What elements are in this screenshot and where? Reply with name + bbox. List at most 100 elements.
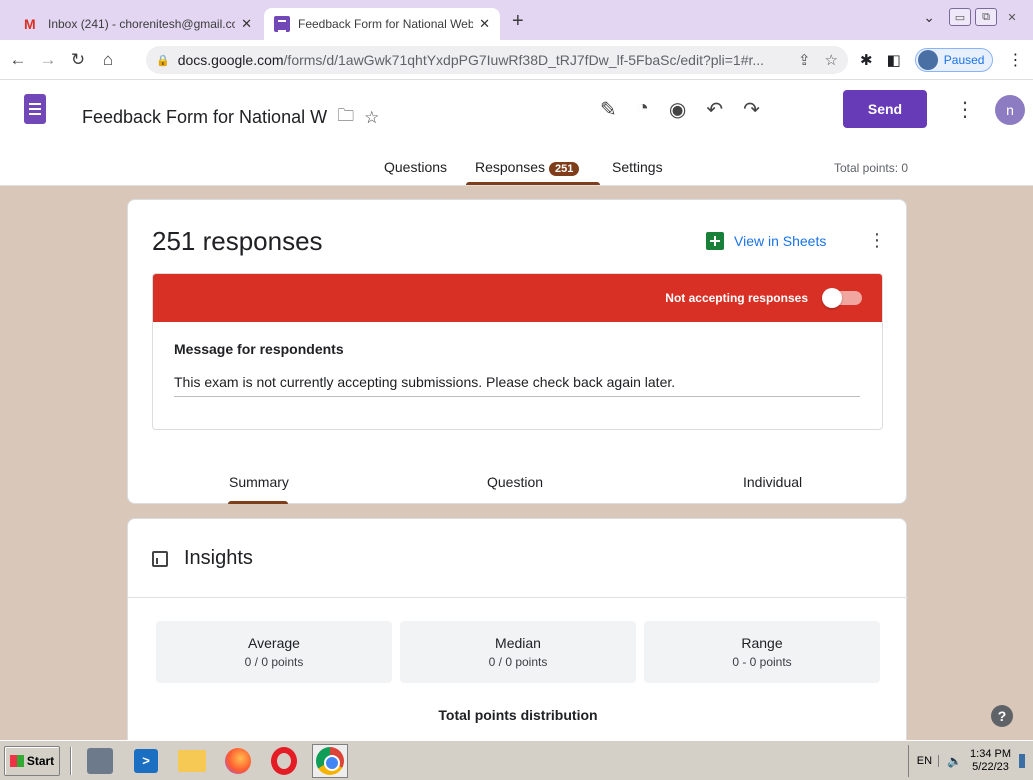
total-points: Total points: 0 xyxy=(834,161,909,175)
language-indicator[interactable]: EN xyxy=(917,755,940,767)
divider xyxy=(128,597,908,598)
clock-time: 1:34 PM xyxy=(970,748,1011,760)
forward-icon[interactable]: → xyxy=(36,50,60,70)
palette-icon[interactable]: ◔ xyxy=(637,97,649,122)
tab-individual[interactable]: Individual xyxy=(743,474,802,490)
undo-icon[interactable]: ↶ xyxy=(706,97,723,122)
taskbar-app-explorer[interactable] xyxy=(174,744,210,778)
extensions-icon[interactable]: ✱ xyxy=(860,51,873,69)
form-title[interactable]: Feedback Form for National W xyxy=(82,107,327,128)
url-domain: docs.google.com xyxy=(177,52,284,68)
send-button[interactable]: Send xyxy=(843,90,927,128)
maximize-icon[interactable]: ⧉ xyxy=(975,8,997,26)
clock-date: 5/22/23 xyxy=(972,761,1009,773)
browser-menu-icon[interactable]: ⋮ xyxy=(1007,50,1023,70)
star-icon[interactable]: ☆ xyxy=(364,108,379,128)
tab-question[interactable]: Question xyxy=(487,474,543,490)
taskbar-app-chrome[interactable] xyxy=(312,743,348,778)
home-icon[interactable]: ⌂ xyxy=(96,50,120,70)
help-icon[interactable]: ? xyxy=(991,705,1013,727)
more-options-icon[interactable]: ⋮ xyxy=(955,97,975,122)
taskbar-app-firefox[interactable] xyxy=(220,744,256,778)
tab-responses-label: Responses xyxy=(475,159,546,175)
google-sheets-icon xyxy=(706,232,724,250)
browser-tab-gmail[interactable]: M Inbox (241) - chorenitesh@gmail.co ✕ xyxy=(14,8,262,40)
insights-header: Insights xyxy=(152,547,253,570)
insights-card: Insights Average 0 / 0 points Median 0 /… xyxy=(127,518,908,740)
accepting-responses-toggle[interactable] xyxy=(822,288,862,308)
tab-summary[interactable]: Summary xyxy=(229,474,289,490)
browser-toolbar: ← → ↻ ⌂ 🔒 docs.google.com/forms/d/1awGwk… xyxy=(0,40,1033,80)
profile-status: Paused xyxy=(943,53,985,67)
google-forms-logo[interactable] xyxy=(24,94,46,124)
tab-questions[interactable]: Questions xyxy=(384,159,447,175)
tab-title: Feedback Form for National Webina xyxy=(298,17,474,31)
opera-icon xyxy=(271,746,297,775)
browser-tab-strip: M Inbox (241) - chorenitesh@gmail.co ✕ F… xyxy=(0,0,1033,40)
back-icon[interactable]: ← xyxy=(6,50,30,70)
view-in-sheets-button[interactable]: View in Sheets xyxy=(706,232,826,250)
new-tab-icon[interactable]: + xyxy=(512,10,524,33)
close-icon[interactable]: ✕ xyxy=(479,16,490,32)
close-icon[interactable]: ✕ xyxy=(241,16,252,32)
message-label: Message for respondents xyxy=(174,341,344,357)
redo-icon[interactable]: ↷ xyxy=(743,97,760,122)
start-button[interactable]: Start xyxy=(4,745,60,776)
folder-explorer-icon xyxy=(178,749,206,772)
tab-settings[interactable]: Settings xyxy=(612,159,663,175)
bar-chart-icon xyxy=(152,550,168,567)
chevron-down-icon[interactable]: ⌄ xyxy=(923,9,935,26)
responses-heading: 251 responses xyxy=(152,226,323,256)
responses-more-icon[interactable]: ⋮ xyxy=(868,230,886,251)
volume-icon[interactable]: 🔈 xyxy=(947,754,962,768)
share-icon[interactable]: ⇪ xyxy=(798,51,811,69)
responses-content: 251 responses View in Sheets ⋮ Not accep… xyxy=(0,186,1033,740)
profile-button[interactable]: Paused xyxy=(914,48,994,72)
firefox-icon xyxy=(225,747,251,774)
url-text: docs.google.com/forms/d/1awGwk71qhtYxdpP… xyxy=(178,52,784,68)
active-tab-indicator xyxy=(466,182,600,185)
system-tray: EN 🔈 1:34 PM 5/22/23 xyxy=(907,745,1033,777)
folder-icon[interactable]: 🗀 xyxy=(337,103,354,132)
browser-tab-forms[interactable]: Feedback Form for National Webina ✕ xyxy=(264,8,500,40)
side-panel-icon[interactable]: ◧ xyxy=(887,51,901,69)
stat-name: Median xyxy=(495,635,541,651)
taskbar-separator xyxy=(70,746,72,775)
responses-count-badge: 251 xyxy=(549,162,580,176)
header-actions: ✎ ◔ ◉ ↶ ↷ xyxy=(600,97,760,122)
powershell-icon: > xyxy=(134,748,158,773)
lock-icon[interactable]: 🔒 xyxy=(156,54,170,67)
taskbar-app-opera[interactable] xyxy=(266,744,302,778)
address-bar[interactable]: 🔒 docs.google.com/forms/d/1awGwk71qhtYxd… xyxy=(146,46,848,74)
bookmark-star-icon[interactable]: ☆ xyxy=(825,51,838,69)
minimize-icon[interactable]: ▭ xyxy=(949,8,971,26)
window-controls: ⌄ ▭ ⧉ ✕ xyxy=(923,8,1023,26)
browser-right-controls: ✱ ◧ Paused ⋮ xyxy=(860,48,1023,72)
responses-card: 251 responses View in Sheets ⋮ Not accep… xyxy=(127,199,907,504)
tab-responses[interactable]: Responses 251 xyxy=(475,159,580,176)
chrome-icon xyxy=(316,746,344,775)
accepting-responses-panel: Not accepting responses Message for resp… xyxy=(152,273,883,430)
accepting-responses-label: Not accepting responses xyxy=(665,291,808,305)
os-taskbar: Start > EN 🔈 1:34 PM 5/22/23 xyxy=(0,740,1033,780)
url-path: /forms/d/1awGwk71qhtYxdpPG7IuwRf38D_tRJ7… xyxy=(283,52,765,68)
active-subtab-indicator xyxy=(228,501,288,504)
preview-eye-icon[interactable]: ◉ xyxy=(669,97,686,122)
account-avatar[interactable]: n xyxy=(995,95,1025,125)
response-view-tabs: Summary Question Individual xyxy=(128,468,908,504)
forms-header: Feedback Form for National W 🗀 ☆ ✎ ◔ ◉ ↶… xyxy=(0,81,1033,186)
stat-range: Range 0 - 0 points xyxy=(644,621,880,683)
show-desktop-icon[interactable] xyxy=(1019,754,1025,768)
stat-median: Median 0 / 0 points xyxy=(400,621,636,683)
distribution-title: Total points distribution xyxy=(438,707,598,723)
system-clock[interactable]: 1:34 PM 5/22/23 xyxy=(970,748,1011,774)
form-tabs: Questions Responses 251 Settings Total po… xyxy=(0,159,1033,186)
close-window-icon[interactable]: ✕ xyxy=(1001,8,1023,26)
addons-icon[interactable]: ✎ xyxy=(600,97,617,122)
taskbar-app-mixer[interactable] xyxy=(82,744,118,778)
audio-mixer-icon xyxy=(87,747,113,774)
view-in-sheets-label: View in Sheets xyxy=(734,233,827,249)
reload-icon[interactable]: ↻ xyxy=(66,50,90,70)
message-text-field[interactable]: This exam is not currently accepting sub… xyxy=(174,374,675,390)
taskbar-app-powershell[interactable]: > xyxy=(128,744,164,778)
